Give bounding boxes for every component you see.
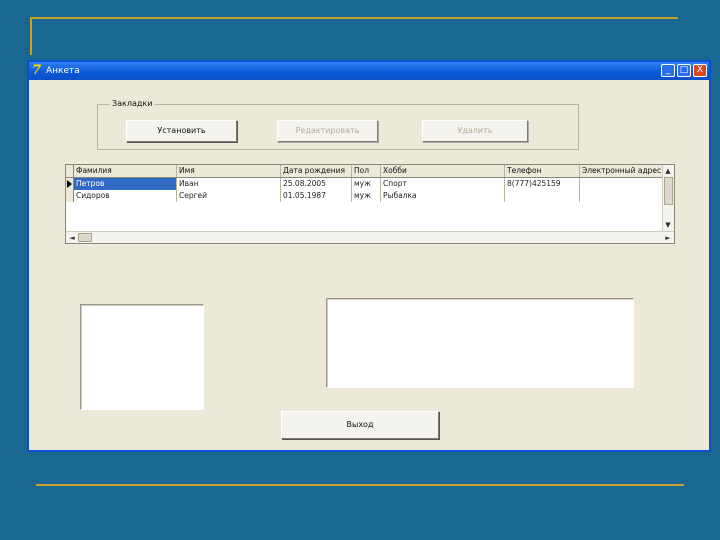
table-row[interactable]: Сидоров Сергей 01.05.1987 муж Рыбалка [66, 190, 664, 202]
column-header-phone[interactable]: Телефон [505, 165, 580, 177]
row-indicator [66, 178, 74, 190]
minimize-button[interactable]: _ [661, 64, 675, 77]
delete-button[interactable]: Удалить [422, 120, 528, 142]
scroll-down-icon[interactable]: ▼ [663, 220, 673, 230]
table-cell[interactable]: 01.05.1987 [281, 190, 352, 202]
info-memo[interactable] [326, 298, 634, 388]
table-cell[interactable]: Сергей [177, 190, 281, 202]
edit-button[interactable]: Редактировать [277, 120, 378, 142]
row-pointer-icon [67, 180, 72, 188]
scroll-right-icon[interactable]: ► [663, 233, 673, 243]
table-cell[interactable] [580, 178, 664, 190]
grid-header: Фамилия Имя Дата рождения Пол Хобби Теле… [66, 165, 664, 178]
table-cell[interactable]: Сидоров [74, 190, 177, 202]
table-cell[interactable] [505, 190, 580, 202]
vertical-scroll-thumb[interactable] [664, 177, 673, 205]
table-cell[interactable]: Петров [74, 178, 177, 190]
slide-decoration-top [30, 17, 678, 55]
header-indicator-cell [66, 165, 74, 177]
vertical-scrollbar[interactable]: ▲ ▼ [662, 165, 674, 231]
photo-panel [80, 304, 204, 410]
exit-button[interactable]: Выход [281, 411, 439, 439]
anketa-window: 7 Анкета _ □ X Закладки Установить Редак… [27, 60, 711, 452]
column-header-gender[interactable]: Пол [352, 165, 381, 177]
table-cell[interactable]: Рыбалка [381, 190, 505, 202]
table-cell[interactable]: муж [352, 178, 381, 190]
table-cell[interactable]: Иван [177, 178, 281, 190]
scroll-left-icon[interactable]: ◄ [67, 233, 77, 243]
table-cell[interactable]: муж [352, 190, 381, 202]
groupbox-legend: Закладки [109, 98, 156, 110]
column-header-lastname[interactable]: Фамилия [74, 165, 177, 177]
app-icon: 7 [32, 63, 42, 78]
table-cell[interactable] [580, 190, 664, 202]
bookmarks-groupbox: Закладки Установить Редактировать Удалит… [97, 98, 579, 150]
horizontal-scrollbar[interactable]: ◄ ► [66, 231, 674, 243]
column-header-email[interactable]: Электронный адрес [580, 165, 664, 177]
column-header-birthdate[interactable]: Дата рождения [281, 165, 352, 177]
table-row[interactable]: Петров Иван 25.08.2005 муж Спорт 8(777)4… [66, 178, 664, 190]
table-cell[interactable]: 8(777)425159 [505, 178, 580, 190]
column-header-firstname[interactable]: Имя [177, 165, 281, 177]
row-indicator [66, 190, 74, 202]
slide-decoration-bottom [36, 484, 684, 486]
horizontal-scroll-thumb[interactable] [78, 233, 92, 242]
column-header-hobby[interactable]: Хобби [381, 165, 505, 177]
install-button[interactable]: Установить [126, 120, 237, 142]
scroll-up-icon[interactable]: ▲ [663, 166, 673, 176]
table-cell[interactable]: 25.08.2005 [281, 178, 352, 190]
close-button[interactable]: X [693, 64, 707, 77]
title-bar[interactable]: 7 Анкета _ □ X [29, 62, 709, 80]
data-grid: Фамилия Имя Дата рождения Пол Хобби Теле… [65, 164, 675, 244]
maximize-button[interactable]: □ [677, 64, 691, 77]
window-title: Анкета [46, 66, 80, 76]
table-cell[interactable]: Спорт [381, 178, 505, 190]
